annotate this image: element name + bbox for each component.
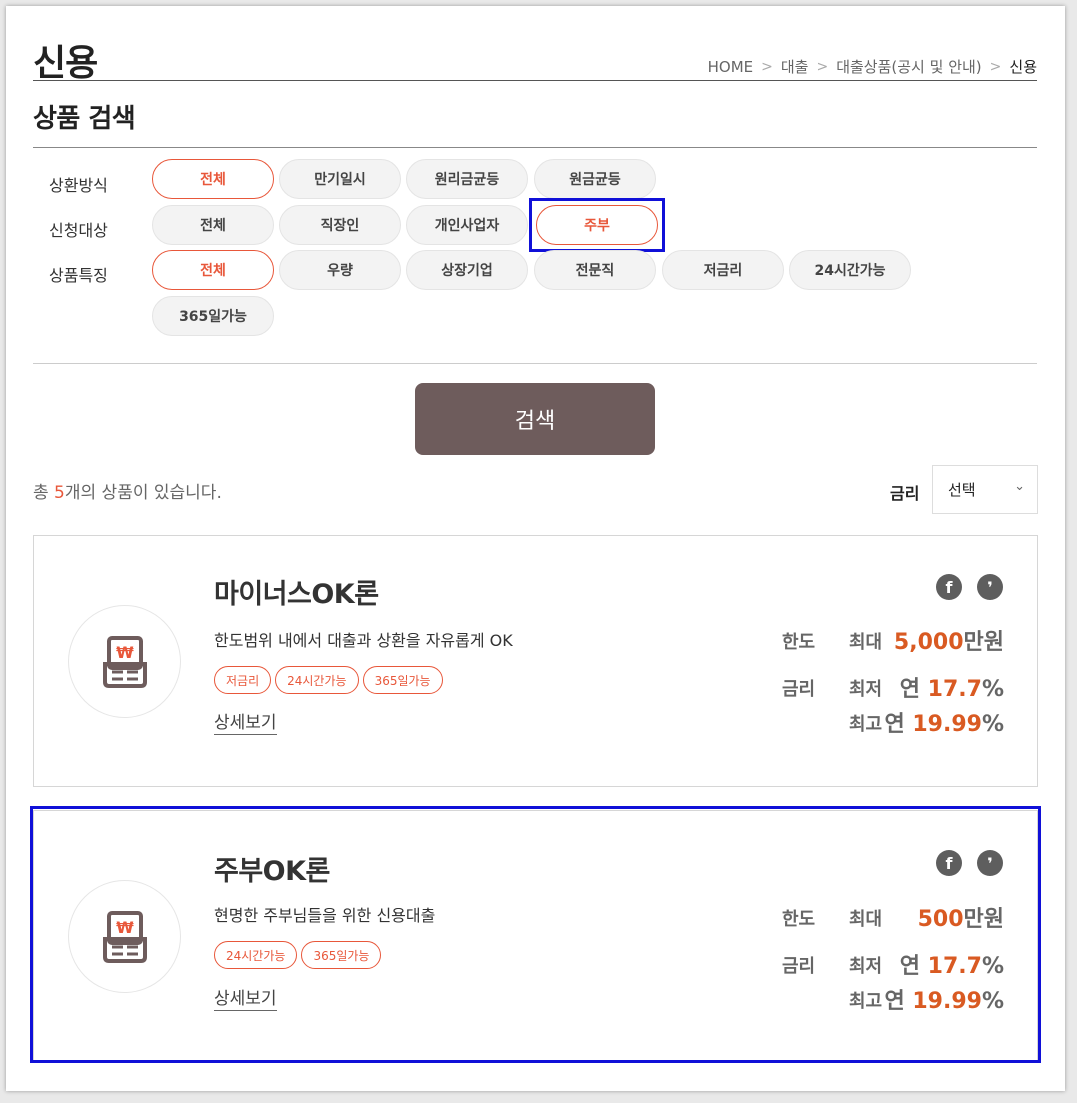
limit-label: 한도 xyxy=(782,632,816,653)
sort-label: 금리 xyxy=(890,484,920,503)
breadcrumb-current: 신용 xyxy=(1009,58,1037,76)
chip-target-employee[interactable]: 직장인 xyxy=(279,205,401,245)
chip-feature-professional[interactable]: 전문직 xyxy=(534,250,656,290)
rate-label: 금리 xyxy=(782,679,816,700)
highlight-box xyxy=(30,806,1041,1063)
chip-feature-prime[interactable]: 우량 xyxy=(279,250,401,290)
rate-max-prefix: 최고 xyxy=(849,714,883,735)
chevron-down-icon: ⌄ xyxy=(1014,479,1025,494)
divider xyxy=(33,80,1037,81)
breadcrumb: HOME > 대출 > 대출상품(공시 및 안내) > 신용 xyxy=(708,56,1037,77)
kakao-share-icon[interactable]: ❜ xyxy=(977,574,1003,600)
loan-product-logo: ₩ xyxy=(68,605,181,718)
svg-text:₩: ₩ xyxy=(116,643,134,662)
facebook-share-icon[interactable]: f xyxy=(936,574,962,600)
result-count-text: 총 5개의 상품이 있습니다. xyxy=(33,478,222,503)
chevron-right-icon: > xyxy=(989,58,1002,75)
chip-feature-365d[interactable]: 365일가능 xyxy=(152,296,274,336)
product-tag: 저금리 xyxy=(214,666,272,694)
chip-feature-listed-company[interactable]: 상장기업 xyxy=(406,250,528,290)
product-tags: 저금리 24시간가능 365일가능 xyxy=(214,666,443,694)
chip-repayment-equal-installment[interactable]: 원리금균등 xyxy=(406,159,528,199)
chevron-right-icon: > xyxy=(761,58,773,75)
result-count: 5 xyxy=(54,483,65,503)
highlight-box xyxy=(529,198,665,252)
chip-target-all[interactable]: 전체 xyxy=(152,205,274,245)
rate-min-prefix: 최저 xyxy=(849,679,883,700)
breadcrumb-loan[interactable]: 대출 xyxy=(781,56,809,77)
sort-select-value: 선택 xyxy=(948,481,976,499)
chip-repayment-all[interactable]: 전체 xyxy=(152,159,274,199)
chip-repayment-bullet[interactable]: 만기일시 xyxy=(279,159,401,199)
page-title: 신용 xyxy=(33,43,98,84)
search-button[interactable]: 검색 xyxy=(415,383,655,455)
result-count-prefix: 총 xyxy=(33,483,55,503)
breadcrumb-loan-products[interactable]: 대출상품(공시 및 안내) xyxy=(836,56,981,77)
filter-label-target: 신청대상 xyxy=(49,221,108,240)
product-tag: 24시간가능 xyxy=(275,666,359,694)
product-description: 한도범위 내에서 대출과 상환을 자유롭게 OK xyxy=(214,631,513,650)
product-tag: 365일가능 xyxy=(362,666,443,694)
breadcrumb-home[interactable]: HOME xyxy=(708,58,754,76)
rate-min-value: 연 17.7% xyxy=(899,677,1004,702)
chip-feature-low-rate[interactable]: 저금리 xyxy=(662,250,784,290)
limit-value: 5,000만원 xyxy=(893,630,1004,655)
chevron-right-icon: > xyxy=(816,58,829,75)
rate-max-value: 연 19.99% xyxy=(884,712,1004,737)
section-title: 상품 검색 xyxy=(33,104,136,134)
chip-feature-24h[interactable]: 24시간가능 xyxy=(789,250,911,290)
sort-rate-select[interactable]: 선택 ⌄ xyxy=(932,465,1038,514)
filter-label-repayment: 상환방식 xyxy=(49,176,108,195)
result-count-suffix: 개의 상품이 있습니다. xyxy=(64,483,222,503)
chip-feature-all[interactable]: 전체 xyxy=(152,250,274,290)
filter-label-feature: 상품특징 xyxy=(49,266,108,285)
limit-prefix: 최대 xyxy=(849,632,883,653)
detail-link[interactable]: 상세보기 xyxy=(214,708,277,735)
product-card: ₩ 마이너스OK론 한도범위 내에서 대출과 상환을 자유롭게 OK 저금리 2… xyxy=(33,535,1038,787)
product-name: 마이너스OK론 xyxy=(214,579,379,610)
chip-target-sole-proprietor[interactable]: 개인사업자 xyxy=(406,205,528,245)
chip-repayment-equal-principal[interactable]: 원금균등 xyxy=(534,159,656,199)
loan-document-icon: ₩ xyxy=(102,635,147,688)
divider xyxy=(33,147,1037,148)
divider xyxy=(33,363,1037,364)
credit-loan-page: 신용 HOME > 대출 > 대출상품(공시 및 안내) > 신용 상품 검색 … xyxy=(6,6,1065,1091)
